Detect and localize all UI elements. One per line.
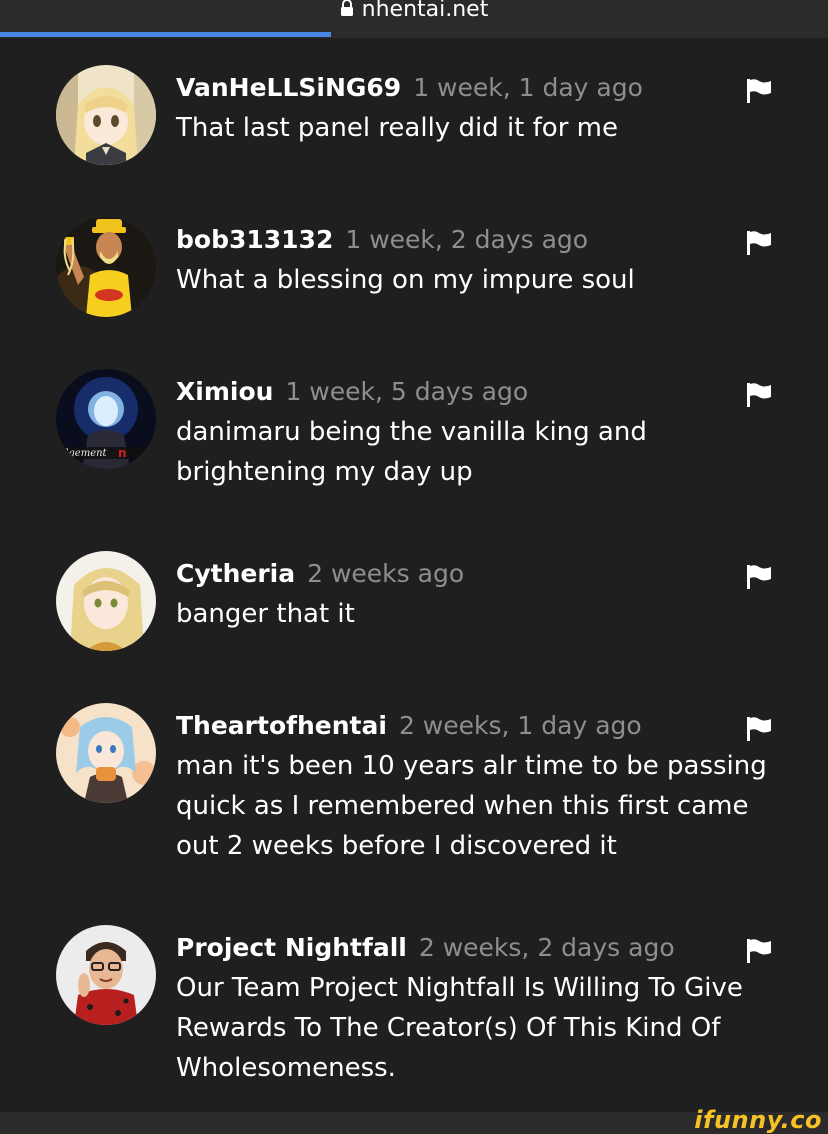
anime-blonde-girl-avatar	[56, 65, 156, 165]
username[interactable]: bob313132	[176, 225, 333, 254]
comment-body: danimaru being the vanilla king and brig…	[176, 417, 647, 487]
comment-meta: VanHeLLSiNG69 1 week, 1 day ago	[176, 68, 716, 108]
comment-meta: Ximiou 1 week, 5 days ago	[176, 372, 716, 412]
comment-item: Theartofhentai 2 weeks, 1 day ago man it'…	[0, 676, 828, 898]
flag-icon[interactable]	[746, 938, 772, 964]
comment-meta: Project Nightfall 2 weeks, 2 days ago	[176, 928, 716, 968]
wrestler-avatar	[56, 217, 156, 317]
comment-body: man it's been 10 years alr time to be pa…	[176, 751, 767, 861]
flag-icon[interactable]	[746, 564, 772, 590]
comment-meta: Theartofhentai 2 weeks, 1 day ago	[176, 706, 716, 746]
comment-body: What a blessing on my impure soul	[176, 265, 635, 295]
avatar[interactable]	[56, 551, 156, 651]
avatar[interactable]	[56, 703, 156, 803]
comment-item: Project Nightfall 2 weeks, 2 days ago Our…	[0, 898, 828, 1100]
avatar[interactable]	[56, 925, 156, 1025]
comment-body: That last panel really did it for me	[176, 113, 618, 143]
page-load-progress	[0, 32, 828, 37]
avatar[interactable]	[56, 217, 156, 317]
comment-item: bob313132 1 week, 2 days ago What a bless…	[0, 190, 828, 342]
avatar[interactable]: dgement n	[56, 369, 156, 469]
svg-text:dgement: dgement	[62, 448, 108, 459]
avatar[interactable]	[56, 65, 156, 165]
blonde-girl-avatar	[56, 551, 156, 651]
comment-meta: Cytheria 2 weeks ago	[176, 554, 716, 594]
page-load-progress-fill	[0, 32, 332, 37]
comment-timestamp[interactable]: 2 weeks, 2 days ago	[419, 933, 675, 962]
lock-icon	[340, 0, 353, 16]
url-text: nhentai.net	[361, 0, 489, 22]
blue-hair-girl-avatar	[56, 703, 156, 803]
flag-icon[interactable]	[746, 78, 772, 104]
comment-body: Our Team Project Nightfall Is Willing To…	[176, 973, 743, 1083]
comment-item: Cytheria 2 weeks ago banger that it	[0, 524, 828, 676]
man-red-shirt-avatar	[56, 925, 156, 1025]
browser-address-bar[interactable]: nhentai.net	[0, 0, 828, 38]
url-display[interactable]: nhentai.net	[0, 0, 828, 24]
username[interactable]: VanHeLLSiNG69	[176, 73, 401, 102]
comment-meta: bob313132 1 week, 2 days ago	[176, 220, 716, 260]
username[interactable]: Cytheria	[176, 559, 295, 588]
comment-timestamp[interactable]: 1 week, 2 days ago	[345, 225, 588, 254]
comment-timestamp[interactable]: 1 week, 1 day ago	[413, 73, 643, 102]
flag-icon[interactable]	[746, 230, 772, 256]
comment-item: dgement n Ximiou 1 week, 5 days ago danim…	[0, 342, 828, 524]
ifunny-watermark: ifunny.co	[694, 1106, 822, 1134]
flag-icon[interactable]	[746, 716, 772, 742]
comment-timestamp[interactable]: 2 weeks, 1 day ago	[399, 711, 642, 740]
judgement-glow-avatar: dgement n	[56, 369, 156, 469]
comment-list: VanHeLLSiNG69 1 week, 1 day ago That last…	[0, 38, 828, 1100]
comment-timestamp[interactable]: 2 weeks ago	[307, 559, 464, 588]
svg-text:n: n	[118, 446, 127, 460]
comment-body: banger that it	[176, 599, 355, 629]
username[interactable]: Project Nightfall	[176, 933, 407, 962]
comment-timestamp[interactable]: 1 week, 5 days ago	[285, 377, 528, 406]
username[interactable]: Theartofhentai	[176, 711, 387, 740]
username[interactable]: Ximiou	[176, 377, 273, 406]
comment-item: VanHeLLSiNG69 1 week, 1 day ago That last…	[0, 38, 828, 190]
flag-icon[interactable]	[746, 382, 772, 408]
